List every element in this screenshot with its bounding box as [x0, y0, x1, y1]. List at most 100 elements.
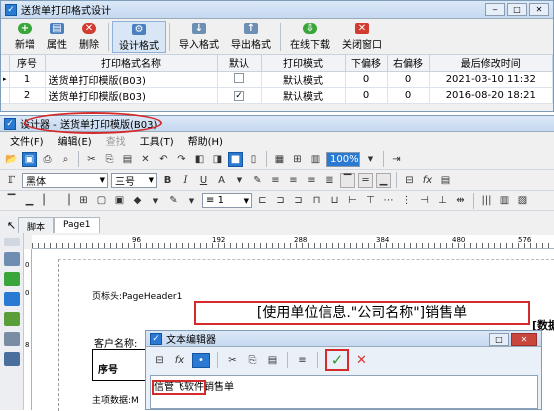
design-format-button[interactable]: ⚙ 设计格式: [112, 20, 166, 53]
master-data-band[interactable]: 主项数据:M: [92, 393, 139, 406]
align-left-icon[interactable]: ≡: [268, 173, 283, 188]
align-obj-center-icon[interactable]: ⊐: [273, 193, 288, 208]
space-v-icon[interactable]: ⋮: [399, 193, 414, 208]
snap-icon[interactable]: ▥: [308, 152, 323, 167]
paste-icon[interactable]: ▤: [265, 353, 280, 368]
undo-icon[interactable]: ↶: [156, 152, 171, 167]
same-width-icon[interactable]: ⊢: [345, 193, 360, 208]
title-field-box[interactable]: [使用单位信息."公司名称"]销售单: [194, 301, 530, 325]
chart-icon[interactable]: ▥: [497, 193, 512, 208]
open-icon[interactable]: 📂: [4, 152, 19, 167]
image-icon[interactable]: ▧: [515, 193, 530, 208]
pointer-icon[interactable]: ↖: [5, 219, 19, 232]
import-format-button[interactable]: ↓ 导入格式: [173, 21, 225, 53]
subreport-icon[interactable]: [3, 312, 20, 326]
table-object-icon[interactable]: [3, 352, 20, 366]
maximize-icon[interactable]: □: [489, 333, 509, 346]
variable-icon[interactable]: •: [192, 352, 210, 368]
zoom-dropdown-icon[interactable]: ▼: [363, 152, 378, 167]
insert-field-icon[interactable]: ⊟: [402, 173, 417, 188]
underline-icon[interactable]: U: [196, 173, 211, 188]
align-right-icon[interactable]: ≡: [304, 173, 319, 188]
delete-button[interactable]: ✕ 删除: [73, 21, 105, 53]
export-format-button[interactable]: ↑ 导出格式: [225, 21, 277, 53]
font-select[interactable]: 黑体 ▼: [22, 172, 108, 188]
copy-icon[interactable]: ⎘: [102, 152, 117, 167]
tab-script[interactable]: 脚本: [18, 217, 55, 233]
send-back-icon[interactable]: ◨: [210, 152, 225, 167]
maximize-icon[interactable]: □: [507, 3, 527, 16]
align-grid-icon[interactable]: ⊞: [290, 152, 305, 167]
grid-icon[interactable]: ▦: [272, 152, 287, 167]
function-icon[interactable]: fx: [172, 353, 187, 368]
delete-obj-icon[interactable]: ✕: [138, 152, 153, 167]
preview-icon[interactable]: ⌕: [58, 152, 73, 167]
line-color-icon[interactable]: ✎: [166, 193, 181, 208]
line-dropdown-icon[interactable]: ▼: [184, 193, 199, 208]
menu-file[interactable]: 文件(F): [10, 133, 44, 148]
copy-icon[interactable]: ⎘: [245, 353, 260, 368]
memo-object-icon[interactable]: [3, 272, 20, 286]
align-obj-right-icon[interactable]: ⊐: [291, 193, 306, 208]
text-object-icon[interactable]: [3, 252, 20, 266]
zoom-select[interactable]: 100%: [326, 151, 360, 167]
center-v-icon[interactable]: ⊥: [435, 193, 450, 208]
border-none-icon[interactable]: ▢: [94, 193, 109, 208]
border-all-icon[interactable]: ⊞: [76, 193, 91, 208]
default-checkbox-checked[interactable]: ✓: [234, 90, 244, 101]
menu-edit[interactable]: 编辑(E): [58, 133, 92, 148]
insert-field-icon[interactable]: ⊟: [152, 353, 167, 368]
bring-front-icon[interactable]: ◧: [192, 152, 207, 167]
customer-name-label[interactable]: 客户名称:: [94, 335, 137, 350]
cut-icon[interactable]: ✂: [225, 353, 240, 368]
page-header-band[interactable]: 页标头:PageHeader1: [92, 289, 182, 302]
exit-icon[interactable]: ⇥: [389, 152, 404, 167]
menu-tools[interactable]: 工具(T): [140, 133, 174, 148]
valign-top-icon[interactable]: ▔: [340, 172, 355, 188]
save-icon[interactable]: ▣: [22, 151, 37, 167]
ok-checkmark-icon[interactable]: ✓: [325, 349, 349, 371]
menu-help[interactable]: 帮助(H): [188, 133, 223, 148]
close-icon[interactable]: ✕: [511, 333, 537, 346]
valign-middle-icon[interactable]: ═: [358, 172, 373, 188]
shadow-icon[interactable]: ▣: [112, 193, 127, 208]
align-obj-middle-icon[interactable]: ⊔: [327, 193, 342, 208]
cancel-x-icon[interactable]: ✕: [354, 353, 369, 368]
justify-icon[interactable]: ≣: [322, 173, 337, 188]
band-object-icon[interactable]: [3, 332, 20, 346]
fill-dropdown-icon[interactable]: ▼: [148, 193, 163, 208]
align-obj-left-icon[interactable]: ⊏: [255, 193, 270, 208]
valign-bottom-icon[interactable]: ▁: [376, 172, 391, 188]
print-icon[interactable]: ⎙: [40, 152, 55, 167]
function-icon[interactable]: fx: [420, 173, 435, 188]
table-row[interactable]: ▸ 1 送货单打印模版(B03) 默认模式 0 0 2021-03-10 11:…: [1, 71, 553, 88]
minimize-icon[interactable]: ‒: [485, 3, 505, 16]
word-wrap-icon[interactable]: ≡: [295, 353, 310, 368]
text-editor-textarea[interactable]: 信管飞软件销售单: [150, 375, 538, 409]
cut-icon[interactable]: ✂: [84, 152, 99, 167]
bold-icon[interactable]: B: [160, 173, 175, 188]
picture-object-icon[interactable]: [3, 292, 20, 306]
fill-color-icon[interactable]: ◆: [130, 193, 145, 208]
distribute-icon[interactable]: ⇹: [453, 193, 468, 208]
highlight-icon[interactable]: ✎: [250, 173, 265, 188]
border-bottom-icon[interactable]: ▁: [22, 193, 37, 208]
line-width-select[interactable]: ≡ 1 ▼: [202, 193, 252, 208]
close-icon[interactable]: ✕: [529, 3, 549, 16]
page-icon[interactable]: ▯: [246, 152, 261, 167]
properties-button[interactable]: ▤ 属性: [41, 21, 73, 53]
align-obj-top-icon[interactable]: ⊓: [309, 193, 324, 208]
space-h-icon[interactable]: ⋯: [381, 193, 396, 208]
tab-page1[interactable]: Page1: [54, 217, 100, 233]
redo-icon[interactable]: ↷: [174, 152, 189, 167]
border-left-icon[interactable]: ▏: [40, 193, 55, 208]
barcode-icon[interactable]: |||: [479, 193, 494, 208]
font-color-icon[interactable]: A: [214, 173, 229, 188]
border-top-icon[interactable]: ▔: [4, 193, 19, 208]
menu-find[interactable]: 查找: [106, 133, 126, 148]
default-checkbox[interactable]: [234, 72, 244, 83]
center-h-icon[interactable]: ⊣: [417, 193, 432, 208]
expression-icon[interactable]: ▤: [438, 173, 453, 188]
italic-icon[interactable]: I: [178, 173, 193, 188]
paste-icon[interactable]: ▤: [120, 152, 135, 167]
